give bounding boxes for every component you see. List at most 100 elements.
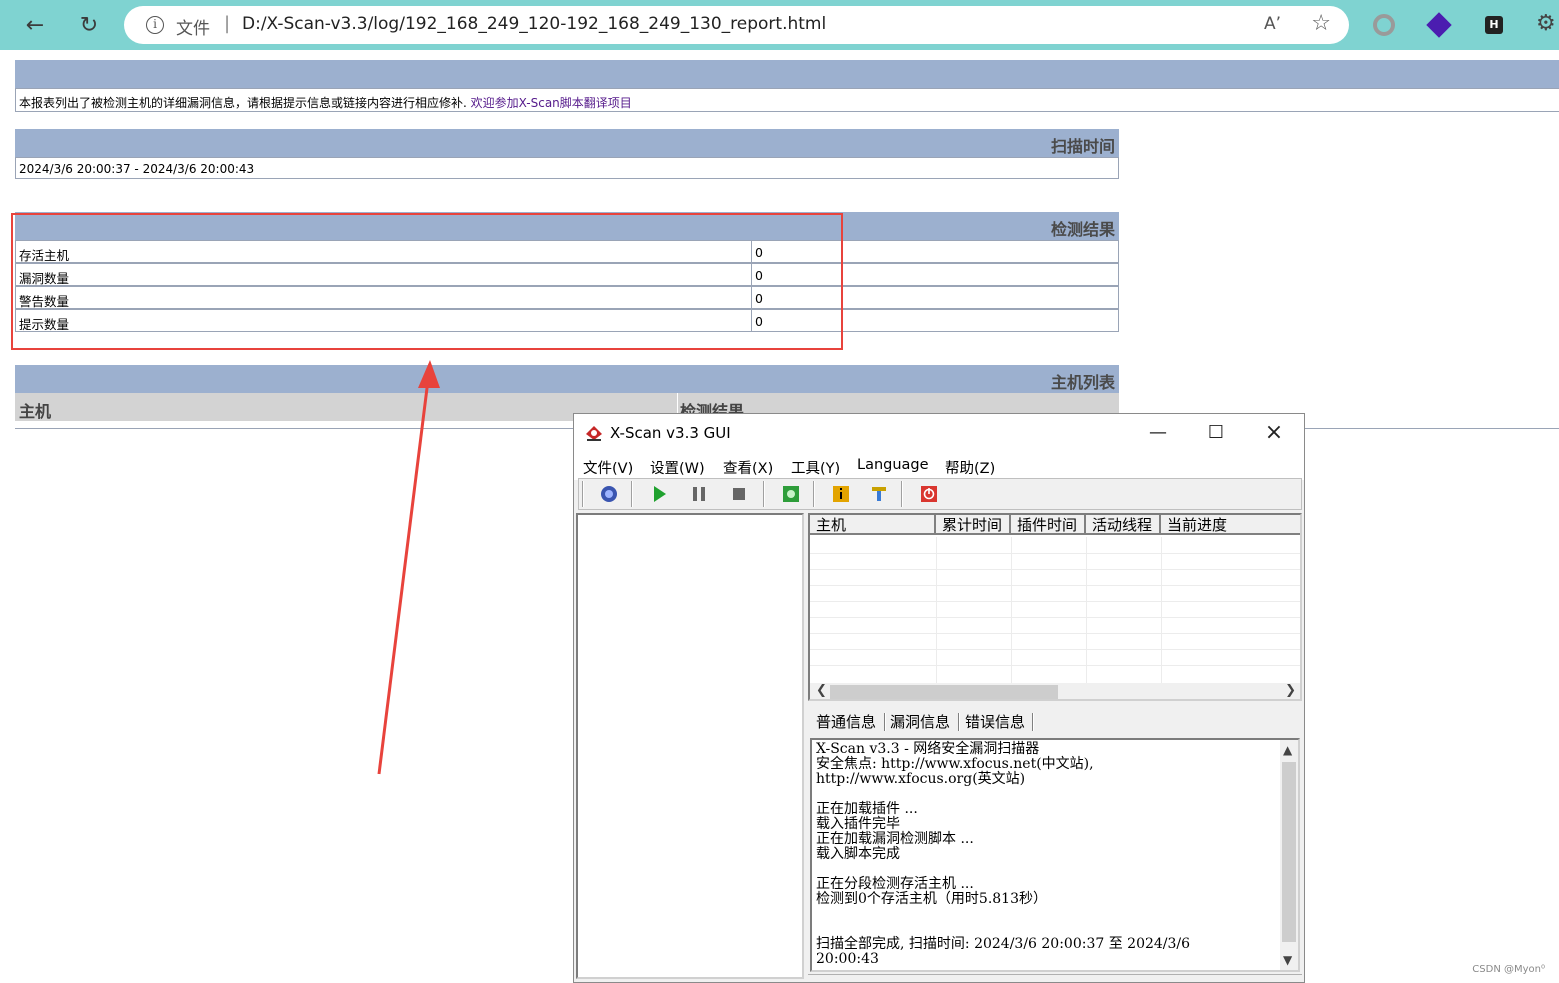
col-header-plugin-time[interactable]: 插件时间 [1011,515,1086,535]
browser-toolbar: ← ↻ i 文件 | D:/X-Scan-v3.3/log/192_168_24… [0,0,1559,50]
col-header-total-time[interactable]: 累计时间 [936,515,1011,535]
extensions-puzzle-icon[interactable]: ⚙ [1536,11,1559,36]
address-separator: | [224,13,231,34]
xscan-titlebar[interactable]: X-Scan v3.3 GUI — ☐ × [574,414,1304,452]
address-bar[interactable]: i 文件 | D:/X-Scan-v3.3/log/192_168_249_12… [124,6,1349,44]
pause-icon[interactable] [689,484,709,504]
log-line: 安全焦点: http://www.xfocus.net(中文站), [816,756,1094,772]
info-report-icon[interactable] [831,484,851,504]
log-line: 检测到0个存活主机（用时5.813秒） [816,891,1047,907]
vertical-scroll-thumb[interactable] [1282,762,1296,942]
info-icon[interactable]: i [146,16,164,34]
grid-line [1086,537,1087,685]
toolbar-separator [582,481,584,507]
xscan-app-icon [586,426,602,441]
xscan-toolbar [578,478,1302,510]
stop-icon[interactable] [729,484,749,504]
log-line: 载入插件完毕 [816,816,900,832]
grid-line [810,569,1300,570]
annotation-arrow [377,360,440,775]
log-line: http://www.xfocus.org(英文站) [816,771,1026,787]
extension-circle-icon[interactable] [1373,14,1395,36]
status-strip [808,974,1302,982]
scroll-down-icon[interactable]: ▼ [1283,953,1292,967]
report-top-band [15,60,1559,88]
extension-h-icon[interactable]: H [1485,16,1503,34]
read-aloud-icon[interactable]: A’ [1264,14,1281,34]
log-line: 正在分段检测存活主机 ... [816,876,974,892]
log-line: 载入脚本完成 [816,846,900,862]
scan-progress-list[interactable]: 主机 累计时间 插件时间 活动线程 当前进度 ❮ ❯ [808,513,1302,701]
tab-vulnerability-info[interactable]: 漏洞信息 [890,711,950,732]
grid-line [810,553,1300,554]
grid-line [1011,537,1012,685]
scan-time-header: 扫描时间 [1050,137,1115,156]
menu-language[interactable]: Language [857,457,929,473]
tab-divider [884,713,886,731]
grid-line [810,585,1300,586]
menu-file[interactable]: 文件(V) [583,457,633,478]
scroll-up-icon[interactable]: ▲ [1283,743,1292,757]
toolbar-separator [901,481,903,507]
menu-settings[interactable]: 设置(W) [650,457,705,478]
grid-line [936,537,937,685]
host-tree-pane[interactable] [576,513,804,979]
menu-help[interactable]: 帮助(Z) [945,457,995,478]
xscan-window: X-Scan v3.3 GUI — ☐ × 文件(V) 设置(W) 查看(X) … [573,413,1305,983]
annotation-highlight-box [11,213,843,350]
horizontal-scroll-thumb[interactable] [830,685,1058,699]
exit-power-icon[interactable] [919,484,939,504]
menu-tools[interactable]: 工具(Y) [791,457,840,478]
tab-divider [1032,713,1034,731]
scan-time-band: 扫描时间 [15,129,1119,157]
log-line: 正在加载漏洞检测脚本 ... [816,831,974,847]
col-header-progress[interactable]: 当前进度 [1161,515,1300,535]
tools-figure-icon[interactable] [869,484,889,504]
col-header-host[interactable]: 主机 [810,515,936,535]
arrow-head [418,360,440,388]
info-tabs: 普通信息 漏洞信息 错误信息 [808,707,1302,733]
start-play-icon[interactable] [649,484,669,504]
intro-text: 本报表列出了被检测主机的详细漏洞信息，请根据提示信息或链接内容进行相应修补. [19,96,467,110]
scan-log-output[interactable]: X-Scan v3.3 - 网络安全漏洞扫描器 安全焦点: http://www.… [810,738,1300,972]
toolbar-separator [763,481,765,507]
favorite-star-icon[interactable]: ☆ [1311,11,1331,36]
log-line: 扫描全部完成, 扫描时间: 2024/3/6 20:00:37 至 2024/3… [816,936,1191,952]
tab-error-info[interactable]: 错误信息 [965,711,1025,732]
scroll-left-icon[interactable]: ❮ [816,683,827,698]
scroll-right-icon[interactable]: ❯ [1285,683,1296,698]
toolbar-separator [631,481,633,507]
translation-project-link[interactable]: 欢迎参加X-Scan脚本翻译项目 [471,96,632,110]
host-list-band: 主机列表 [15,365,1119,393]
screen: ← ↻ i 文件 | D:/X-Scan-v3.3/log/192_168_24… [0,0,1559,983]
plugin-gear-icon[interactable] [781,484,801,504]
maximize-icon[interactable]: ☐ [1196,420,1236,446]
grid-line [810,617,1300,618]
grid-line [810,601,1300,602]
extension-diamond-icon[interactable] [1426,12,1452,38]
globe-icon[interactable] [599,484,619,504]
scan-time-row: 2024/3/6 20:00:37 - 2024/3/6 20:00:43 [15,157,1119,179]
host-list-header: 主机列表 [1050,373,1115,392]
log-text: X-Scan v3.3 - 网络安全漏洞扫描器 安全焦点: http://www.… [816,742,1278,967]
intro-row: 本报表列出了被检测主机的详细漏洞信息，请根据提示信息或链接内容进行相应修补. 欢… [15,88,1559,112]
col-header-active-threads[interactable]: 活动线程 [1086,515,1161,535]
back-arrow-icon[interactable]: ← [18,8,52,42]
minimize-icon[interactable]: — [1138,420,1178,446]
tab-general-info[interactable]: 普通信息 [816,711,876,732]
file-scheme-label: 文件 [176,19,210,39]
vertical-scrollbar[interactable]: ▲ ▼ [1280,740,1298,970]
arrow-shaft [377,379,430,775]
url-text[interactable]: D:/X-Scan-v3.3/log/192_168_249_120-192_1… [242,14,826,34]
menu-view[interactable]: 查看(X) [723,457,773,478]
grid-line [810,665,1300,666]
grid-line [810,633,1300,634]
reload-icon[interactable]: ↻ [72,8,106,42]
close-icon[interactable]: × [1254,420,1294,446]
log-line: 20:00:43 [816,951,879,967]
horizontal-scrollbar[interactable]: ❮ ❯ [810,683,1300,699]
xscan-window-title: X-Scan v3.3 GUI [610,424,731,442]
